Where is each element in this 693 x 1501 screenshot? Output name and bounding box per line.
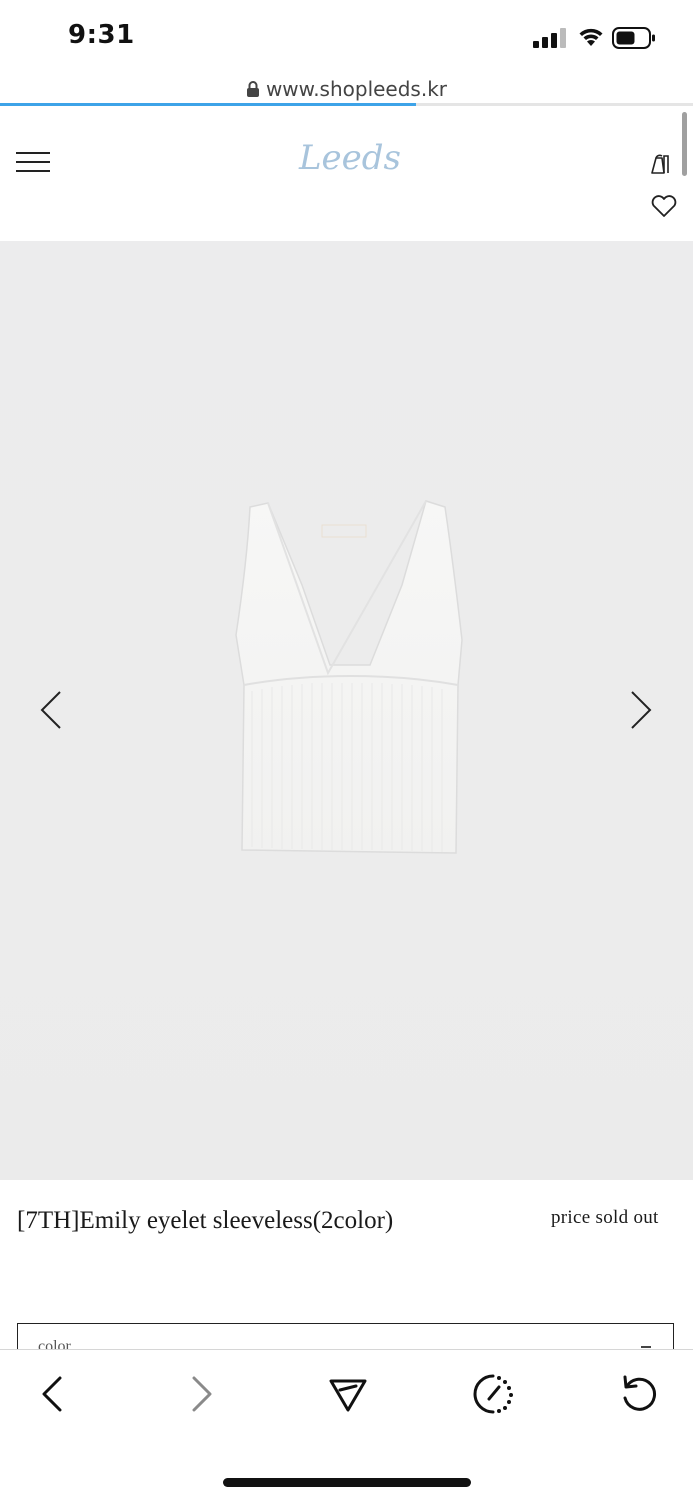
share-icon[interactable] bbox=[326, 1372, 370, 1416]
product-photo-sleeveless-top bbox=[235, 500, 463, 854]
dropdown-caret-icon bbox=[641, 1346, 651, 1348]
reload-icon[interactable] bbox=[617, 1372, 661, 1416]
status-time: 9:31 bbox=[68, 20, 135, 50]
scroll-indicator bbox=[682, 112, 687, 176]
forward-icon[interactable] bbox=[179, 1372, 223, 1416]
home-indicator[interactable] bbox=[223, 1478, 471, 1487]
wifi-icon bbox=[579, 28, 603, 46]
battery-icon bbox=[612, 27, 655, 49]
chevron-right-icon[interactable] bbox=[624, 688, 656, 732]
lock-icon bbox=[246, 81, 259, 97]
browser-toolbar bbox=[0, 1349, 693, 1501]
back-icon[interactable] bbox=[31, 1372, 75, 1416]
shopping-bag-icon[interactable] bbox=[648, 148, 680, 176]
url-text: www.shopleeds.kr bbox=[265, 77, 448, 101]
chevron-left-icon[interactable] bbox=[36, 688, 68, 732]
cellular-signal-icon bbox=[533, 28, 566, 48]
address-bar[interactable]: www.shopleeds.kr bbox=[0, 74, 693, 104]
page-load-progress bbox=[0, 103, 693, 106]
product-price: price sold out bbox=[551, 1207, 659, 1228]
site-logo[interactable]: Leeds bbox=[290, 138, 410, 188]
heart-icon[interactable] bbox=[650, 194, 678, 218]
menu-icon[interactable] bbox=[16, 150, 50, 174]
product-name: [7TH]Emily eyelet sleeveless(2color) bbox=[17, 1207, 394, 1234]
speed-icon[interactable] bbox=[471, 1372, 515, 1416]
page-load-progress-fill bbox=[0, 103, 416, 106]
